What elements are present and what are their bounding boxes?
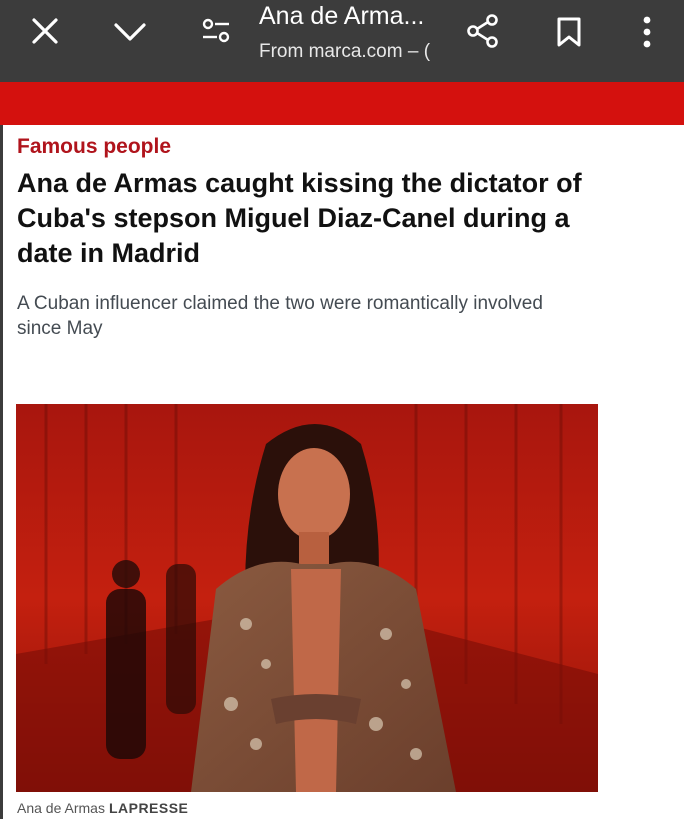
share-icon[interactable] — [465, 13, 501, 49]
page-title[interactable]: Ana de Arma... — [259, 2, 444, 31]
close-icon[interactable] — [31, 17, 59, 45]
page-edge — [0, 125, 3, 819]
site-header-banner — [0, 82, 684, 125]
chevron-down-icon[interactable] — [113, 21, 147, 43]
photo-illustration — [16, 404, 598, 792]
photo-caption: Ana de Armas LAPRESSE — [17, 800, 188, 816]
caption-text: Ana de Armas — [17, 800, 105, 816]
more-vert-icon[interactable] — [640, 15, 654, 49]
article-headline: Ana de Armas caught kissing the dictator… — [17, 168, 582, 268]
browser-toolbar: Ana de Arma... From marca.com – ( — [0, 0, 684, 82]
bookmark-icon[interactable] — [556, 16, 582, 48]
page-source[interactable]: From marca.com – ( — [259, 41, 442, 63]
photo-credit: LAPRESSE — [108, 800, 189, 816]
article-photo[interactable] — [16, 404, 598, 792]
page-settings-icon[interactable] — [201, 18, 231, 44]
article-category[interactable]: Famous people — [17, 135, 171, 159]
article-subheadline: A Cuban influencer claimed the two were … — [17, 293, 543, 339]
